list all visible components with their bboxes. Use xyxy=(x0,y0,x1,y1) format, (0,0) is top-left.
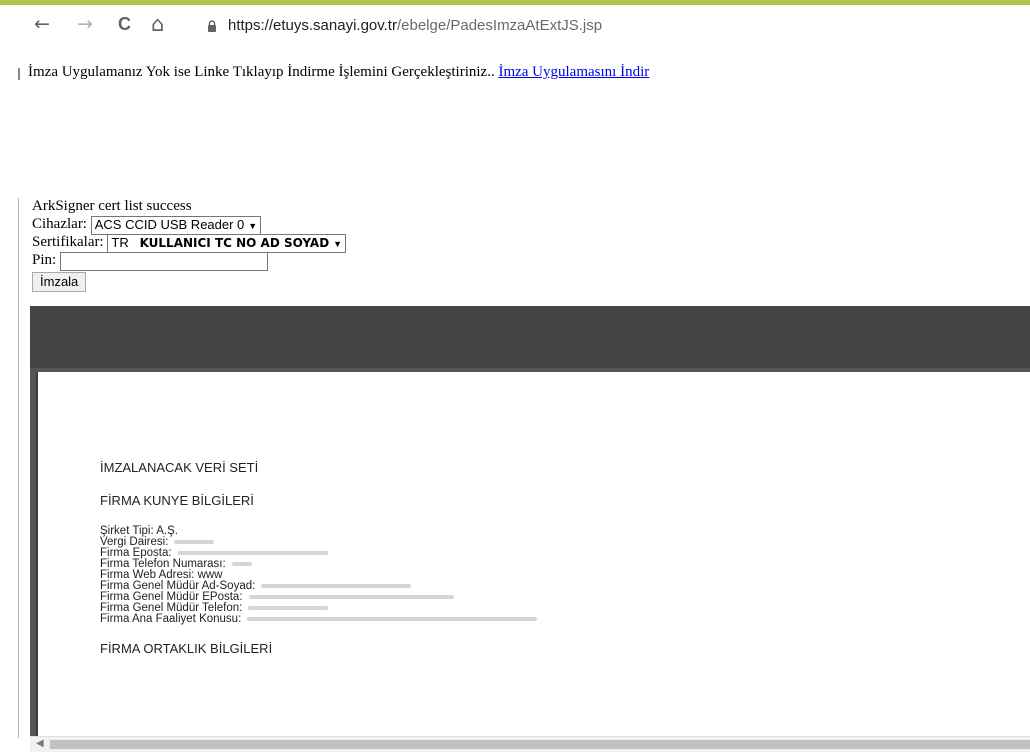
chevron-down-icon: ▼ xyxy=(248,221,258,231)
pdf-page: İMZALANACAK VERİ SETİ FİRMA KUNYE BİLGİL… xyxy=(36,372,1030,736)
pdf-viewer[interactable]: İMZALANACAK VERİ SETİ FİRMA KUNYE BİLGİL… xyxy=(30,306,1030,736)
pdf-line: Firma Ana Faaliyet Konusu: xyxy=(100,613,538,625)
signer-panel: ArkSigner cert list success Cihazlar: AC… xyxy=(32,198,347,292)
left-margin-mark xyxy=(18,68,20,80)
home-icon[interactable]: ⌂ xyxy=(151,13,164,35)
devices-select[interactable]: ACS CCID USB Reader 0 ▼ xyxy=(90,216,262,235)
pin-label: Pin: xyxy=(32,252,57,268)
left-margin-line xyxy=(18,198,19,738)
pdf-toolbar xyxy=(30,306,1030,368)
info-message: İmza Uygulamanız Yok ise Linke Tıklayıp … xyxy=(28,64,649,81)
address-bar[interactable]: https://etuys.sanayi.gov.tr/ebelge/Pades… xyxy=(228,15,602,37)
cert-value: KULLANICI TC NO AD SOYAD xyxy=(139,236,330,250)
certs-row: Sertifikalar: TR KULLANICI TC NO AD SOYA… xyxy=(32,234,347,253)
url-path: /ebelge/PadesImzaAtExtJS.jsp xyxy=(396,17,603,34)
certs-label: Sertifikalar: xyxy=(32,234,104,250)
devices-value: ACS CCID USB Reader 0 xyxy=(94,217,245,232)
signer-status: ArkSigner cert list success xyxy=(32,198,192,214)
pdf-content: İMZALANACAK VERİ SETİ FİRMA KUNYE BİLGİL… xyxy=(100,460,538,674)
reload-icon[interactable]: C xyxy=(118,13,131,35)
back-icon[interactable]: ← xyxy=(34,13,50,35)
pdf-heading-company: FİRMA KUNYE BİLGİLERİ xyxy=(100,493,254,508)
info-text: İmza Uygulamanız Yok ise Linke Tıklayıp … xyxy=(28,64,495,80)
certs-select[interactable]: TR KULLANICI TC NO AD SOYAD ▼ xyxy=(107,234,347,253)
sign-button[interactable]: İmzala xyxy=(32,272,87,292)
browser-toolbar: ← → C ⌂ https://etuys.sanayi.gov.tr/ebel… xyxy=(0,5,1030,43)
lock-icon xyxy=(208,20,216,32)
pin-row: Pin: xyxy=(32,252,346,271)
pdf-heading-dataset: İMZALANACAK VERİ SETİ xyxy=(100,460,259,475)
scrollbar-thumb[interactable] xyxy=(50,740,1030,749)
horizontal-scrollbar[interactable]: ◀ xyxy=(30,736,1030,752)
devices-row: Cihazlar: ACS CCID USB Reader 0 ▼ xyxy=(32,216,346,235)
url-host: https://etuys.sanayi.gov.tr xyxy=(228,17,397,34)
devices-label: Cihazlar: xyxy=(32,216,87,232)
forward-icon[interactable]: → xyxy=(77,13,93,35)
sign-row: İmzala xyxy=(32,272,346,292)
pdf-heading-partners: FİRMA ORTAKLIK BİLGİLERİ xyxy=(100,641,273,656)
cert-prefix: TR xyxy=(111,235,129,250)
download-app-link[interactable]: İmza Uygulamasını İndir xyxy=(498,64,649,80)
scroll-left-icon[interactable]: ◀ xyxy=(36,738,44,749)
chevron-down-icon: ▼ xyxy=(333,239,343,249)
pin-input[interactable] xyxy=(59,252,268,271)
